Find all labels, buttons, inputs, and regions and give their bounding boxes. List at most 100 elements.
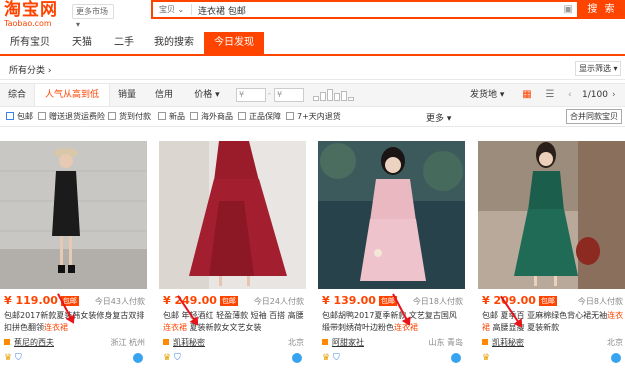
top-header: 淘宝网 Taobao.com 更多市场 ▾ 宝贝 ⌄ 连衣裙 包邮 ▣ 搜 索 (0, 0, 625, 32)
check-7day-return[interactable]: 7+天内退货 (286, 111, 341, 123)
title-keyword: 连衣裙 (163, 323, 187, 332)
next-page-icon[interactable]: › (612, 84, 616, 106)
shield-icon: ⛉ (332, 353, 340, 363)
product-card[interactable]: ¥ 139.00 包邮 今日18人付款 包邮胡鸭2017夏季新款 文艺复古国风缎带… (318, 141, 465, 382)
search-input[interactable]: 连衣裙 包邮 (198, 4, 246, 17)
prev-page-icon[interactable]: ‹ (568, 84, 572, 106)
sort-default[interactable]: 综合 (0, 84, 34, 106)
sort-sales[interactable]: 销量 (110, 84, 144, 106)
sort-price-label: 价格 (194, 90, 213, 100)
hist-bar (341, 91, 347, 101)
display-filter-label: 显示筛选 (579, 64, 611, 73)
check-label: 货到付款 (119, 112, 151, 121)
shop-icon (4, 339, 10, 345)
product-card[interactable]: ¥ 119.00 包邮 今日43人付款 包邮2017新款夏装韩女装修身复古双排扣拼… (0, 141, 147, 382)
wangwang-chat-icon[interactable] (292, 353, 302, 363)
product-title[interactable]: 包邮 夏季百 亚麻棉绿色背心裙无袖连衣裙 高腰显瘦 夏装新款 (482, 310, 624, 336)
hist-bar (348, 97, 354, 101)
grid-view-icon[interactable]: ▦ (521, 89, 533, 101)
check-return-insurance[interactable]: 赠送退货运费险 (38, 111, 105, 123)
logo-text: 淘宝网 (4, 0, 58, 20)
location: 浙江 杭州 (110, 338, 145, 347)
price-min-input[interactable]: ¥ (236, 88, 266, 102)
camera-icon[interactable]: ▣ (564, 4, 573, 15)
wangwang-chat-icon[interactable] (451, 353, 461, 363)
price-range-histogram[interactable] (313, 89, 355, 101)
checkbox-icon (238, 112, 246, 120)
search-category-label: 宝贝 (159, 5, 175, 14)
paid-count: 今日8人付款 (577, 297, 623, 306)
ship-from-dropdown[interactable]: 发货地 ▾ (470, 84, 504, 106)
price-max-input[interactable]: ¥ (274, 88, 304, 102)
search-category-select[interactable]: 宝贝 ⌄ (159, 4, 184, 15)
product-card[interactable]: ¥ 249.00 包邮 今日24人付款 包邮 年轻酒红 轻盈薄款 短袖 百搭 高腰… (159, 141, 306, 382)
paid-count: 今日18人付款 (412, 297, 463, 306)
title-text: 包邮胡鸭2017夏季新款 文艺复古国风 (322, 311, 457, 320)
search-box[interactable]: 宝贝 ⌄ 连衣裙 包邮 ▣ (151, 0, 579, 19)
more-filters-label: 更多 (426, 114, 445, 124)
tab-all[interactable]: 所有宝贝 (0, 32, 60, 54)
check-genuine[interactable]: 正品保障 (238, 111, 281, 123)
sort-popularity[interactable]: 人气从高到低 (34, 84, 110, 106)
shop-link[interactable]: 凯莉秘密 (163, 337, 205, 348)
display-filter-button[interactable]: 显示筛选 ▾ (575, 61, 621, 76)
search-tabs: 所有宝贝 天猫 二手 我的搜索 今日发现 (0, 32, 625, 56)
check-label: 新品 (169, 112, 185, 121)
sort-bar: 综合 人气从高到低 销量 信用 价格 ▾ ¥ - ¥ 发货地 ▾ ▦ ☰ ‹ 1… (0, 83, 625, 107)
product-card[interactable]: ¥ 209.00 包邮 今日8人付款 包邮 夏季百 亚麻棉绿色背心裙无袖连衣裙 高… (478, 141, 625, 382)
taobao-logo[interactable]: 淘宝网 Taobao.com (4, 1, 62, 29)
merge-same-items-button[interactable]: 合并同款宝贝 (566, 109, 622, 124)
product-price: ¥ 139.00 (322, 294, 376, 307)
wangwang-chat-icon[interactable] (133, 353, 143, 363)
check-label: 正品保障 (249, 112, 281, 121)
shop-link[interactable]: 蕉尼的西夫 (4, 337, 54, 348)
shield-icon: ⛉ (14, 353, 22, 363)
check-label: 海外商品 (201, 112, 233, 121)
product-image[interactable] (318, 141, 465, 289)
shop-link[interactable]: 阿甜家社 (322, 337, 364, 348)
wangwang-chat-icon[interactable] (611, 353, 621, 363)
shop-name: 蕉尼的西夫 (14, 338, 54, 347)
service-icons: ♛ ⛉ (4, 353, 22, 363)
tab-my-search[interactable]: 我的搜索 (144, 32, 204, 54)
title-text: 包邮 年轻酒红 轻盈薄款 短袖 百搭 高腰 (163, 311, 304, 320)
title-text: 缎带刺绣荷叶边粉色 (322, 323, 394, 332)
list-view-icon[interactable]: ☰ (544, 89, 556, 101)
checkbox-icon (286, 112, 294, 120)
crown-icon: ♛ (482, 353, 491, 363)
location: 北京 (288, 338, 304, 347)
tab-today-discover[interactable]: 今日发现 (204, 32, 264, 54)
checkbox-icon (190, 112, 198, 120)
more-markets-label: 更多市场 (76, 7, 108, 16)
product-image[interactable] (0, 141, 147, 289)
logo-subtext: Taobao.com (4, 19, 52, 28)
shop-link[interactable]: 凯莉秘密 (482, 337, 524, 348)
product-image[interactable] (478, 141, 625, 289)
check-free-shipping[interactable]: 包邮 (6, 111, 33, 123)
tab-secondhand[interactable]: 二手 (104, 32, 144, 54)
ship-from-label: 发货地 (470, 90, 498, 100)
hist-bar (320, 92, 326, 101)
shield-icon: ⛉ (173, 353, 181, 363)
search-button[interactable]: 搜 索 (579, 0, 625, 19)
checkbox-icon (6, 112, 14, 120)
tab-tmall[interactable]: 天猫 (60, 32, 104, 54)
shop-icon (482, 339, 488, 345)
sort-price[interactable]: 价格 ▾ (188, 84, 226, 106)
check-overseas[interactable]: 海外商品 (190, 111, 233, 123)
more-filters-dropdown[interactable]: 更多 ▾ (426, 111, 451, 124)
hist-bar (313, 96, 319, 101)
product-price: ¥ 209.00 (482, 294, 536, 307)
free-shipping-badge: 包邮 (219, 296, 238, 306)
product-title[interactable]: 包邮胡鸭2017夏季新款 文艺复古国风缎带刺绣荷叶边粉色连衣裙 (322, 310, 464, 336)
crown-icon: ♛ (322, 353, 331, 363)
title-keyword: 连衣裙 (44, 323, 68, 332)
shop-icon (163, 339, 169, 345)
more-markets-dropdown[interactable]: 更多市场 ▾ (72, 4, 114, 29)
check-cod[interactable]: 货到付款 (108, 111, 151, 123)
product-title[interactable]: 包邮 年轻酒红 轻盈薄款 短袖 百搭 高腰连衣裙 夏装新款女文艺女装 (163, 310, 305, 336)
sort-credit[interactable]: 信用 (144, 84, 184, 106)
all-categories-link[interactable]: 所有分类 › (9, 63, 51, 76)
check-new[interactable]: 新品 (158, 111, 185, 123)
product-image[interactable] (159, 141, 306, 289)
